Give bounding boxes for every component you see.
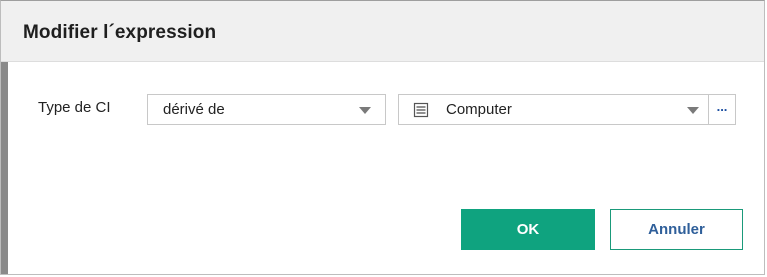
ci-type-label: Type de CI: [38, 99, 111, 116]
relation-select-value: dérivé de: [163, 101, 225, 118]
dialog-title: Modifier l´expression: [23, 22, 217, 43]
browse-more-button[interactable]: ...: [708, 94, 736, 125]
ci-type-select-value: Computer: [446, 101, 512, 118]
relation-select[interactable]: dérivé de: [147, 94, 386, 125]
dialog-header: Modifier l´expression: [1, 1, 764, 62]
chevron-down-icon: [359, 107, 371, 114]
ci-type-select[interactable]: Computer: [398, 94, 709, 125]
ok-button[interactable]: OK: [461, 209, 595, 250]
chevron-down-icon: [687, 107, 699, 114]
modify-expression-dialog: Modifier l´expression Type de CI dérivé …: [0, 0, 765, 275]
server-icon: [413, 102, 429, 118]
cancel-button[interactable]: Annuler: [610, 209, 743, 250]
